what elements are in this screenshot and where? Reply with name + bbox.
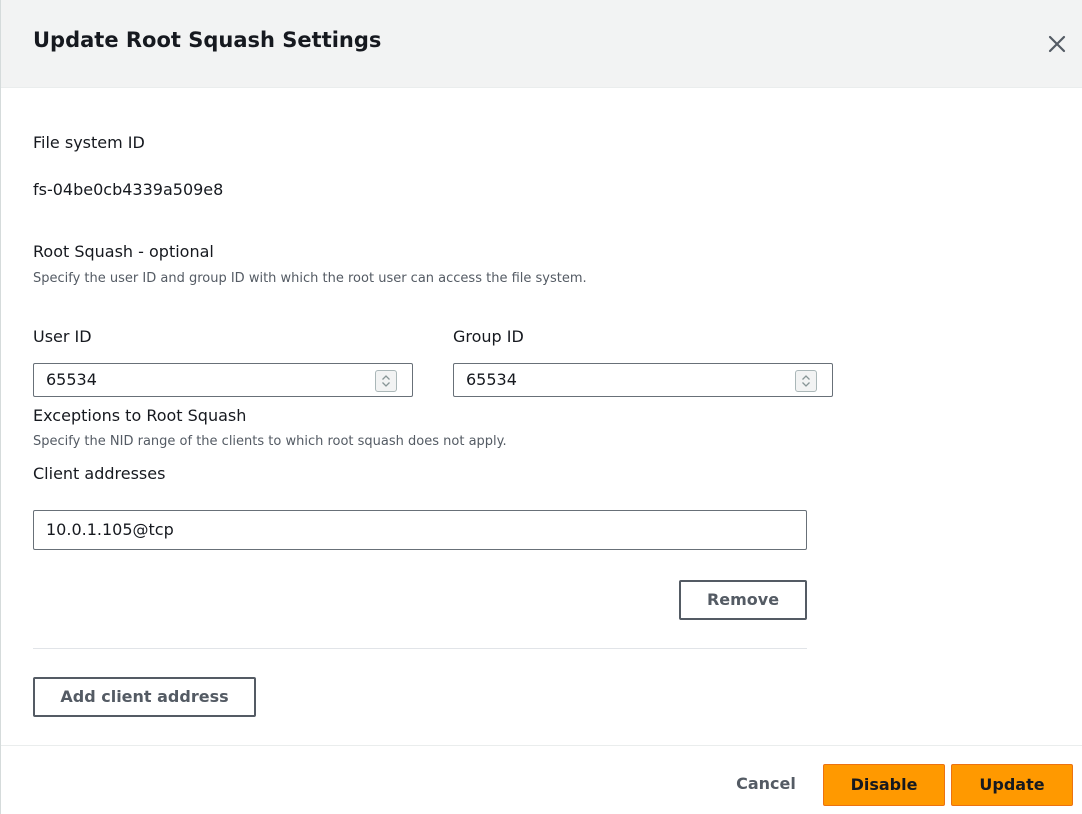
remove-button[interactable]: Remove [679,580,807,620]
client-address-input[interactable]: 10.0.1.105@tcp [33,510,807,550]
user-id-label: User ID [33,327,92,346]
stepper-icon [382,375,390,387]
file-system-id-value: fs-04be0cb4339a509e8 [33,180,224,199]
exceptions-label: Exceptions to Root Squash [33,406,247,425]
dialog-header: Update Root Squash Settings [1,0,1082,88]
close-icon [1048,35,1066,53]
dialog-title: Update Root Squash Settings [33,28,382,52]
user-id-stepper[interactable] [375,370,397,392]
disable-button[interactable]: Disable [823,764,945,806]
user-id-input[interactable]: 65534 [33,363,413,397]
divider [33,648,807,649]
update-root-squash-dialog: Update Root Squash Settings File system … [0,0,1082,814]
exceptions-description: Specify the NID range of the clients to … [33,434,507,449]
cancel-button[interactable]: Cancel [719,764,813,804]
dialog-footer: Cancel Disable Update [1,745,1082,814]
user-id-value: 65534 [46,370,97,389]
root-squash-description: Specify the user ID and group ID with wh… [33,271,587,286]
root-squash-label: Root Squash - optional [33,242,214,261]
client-addresses-label: Client addresses [33,464,166,483]
file-system-id-label: File system ID [33,133,145,152]
close-button[interactable] [1045,32,1069,56]
group-id-input[interactable]: 65534 [453,363,833,397]
update-button[interactable]: Update [951,764,1073,806]
group-id-label: Group ID [453,327,524,346]
add-client-address-button[interactable]: Add client address [33,677,256,717]
stepper-icon [802,375,810,387]
group-id-value: 65534 [466,370,517,389]
group-id-stepper[interactable] [795,370,817,392]
client-address-value: 10.0.1.105@tcp [46,520,174,539]
